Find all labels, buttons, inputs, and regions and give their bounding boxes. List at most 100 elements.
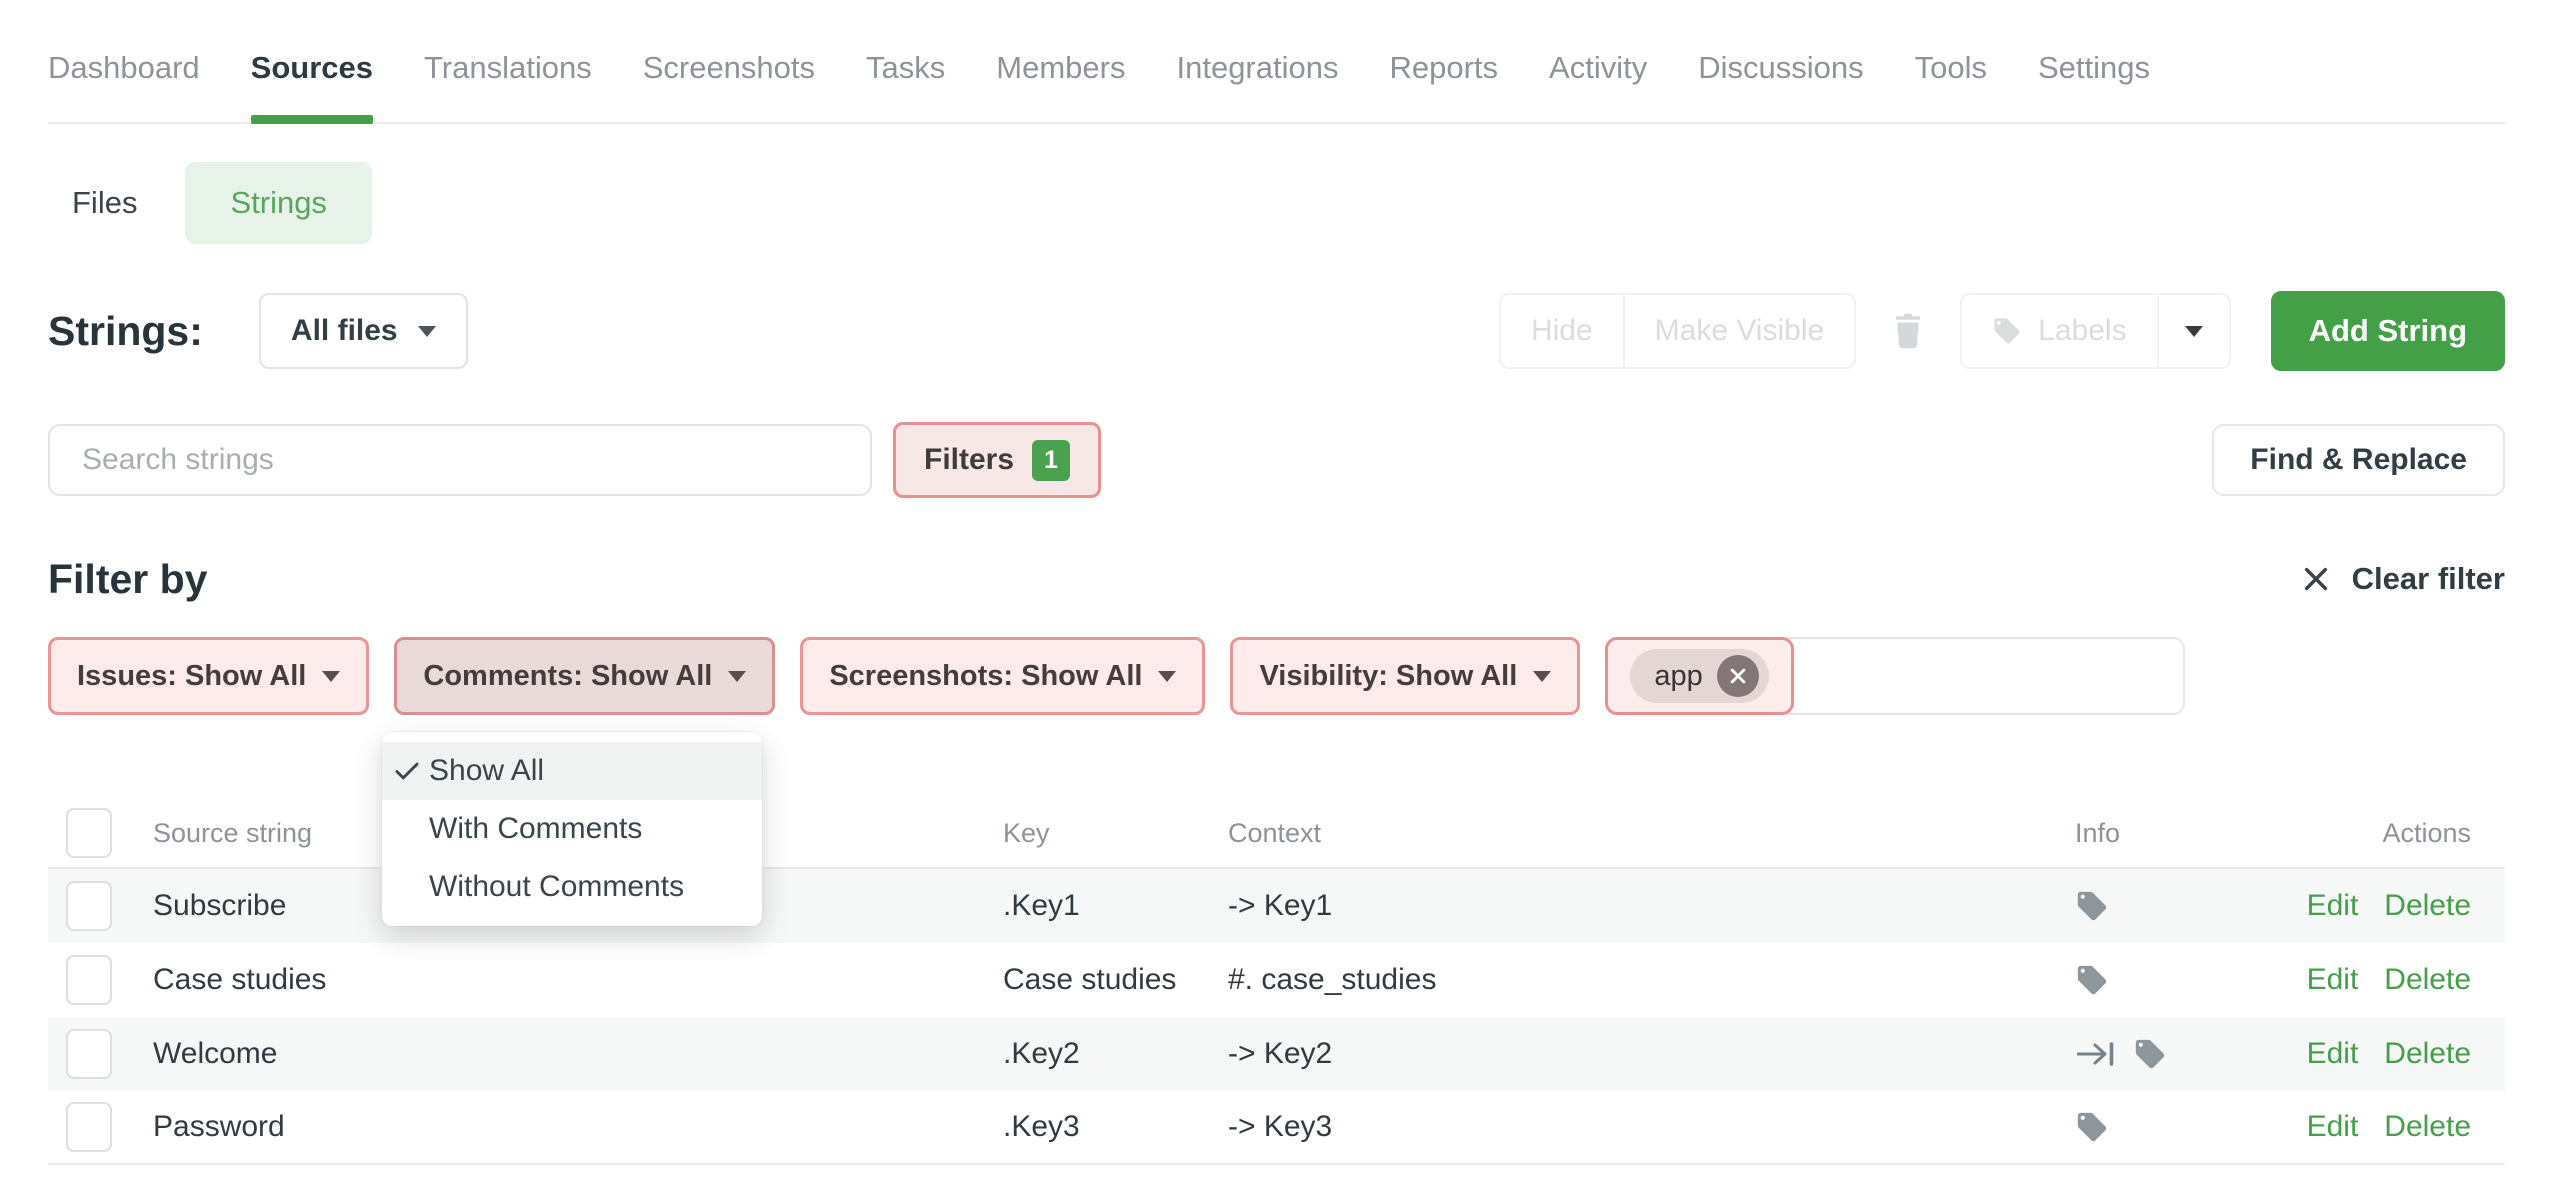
filter-visibility-dropdown[interactable]: Visibility: Show All — [1230, 637, 1580, 715]
delete-link[interactable]: Delete — [2384, 1037, 2471, 1071]
delete-strings-button[interactable] — [1892, 311, 1924, 351]
filter-screenshots-dropdown[interactable]: Screenshots: Show All — [800, 637, 1205, 715]
menu-item-show-all[interactable]: Show All — [382, 742, 762, 800]
clear-filter-label: Clear filter — [2352, 561, 2505, 597]
key-cell: .Key2 — [1003, 1037, 1228, 1071]
filter-by-row: Filter by Clear filter — [48, 548, 2505, 610]
close-icon — [2302, 565, 2330, 593]
add-string-button[interactable]: Add String — [2271, 291, 2505, 371]
trash-icon — [1892, 311, 1924, 351]
filter-screenshots-label: Screenshots: Show All — [829, 660, 1142, 693]
filter-by-title: Filter by — [48, 556, 207, 603]
nav-item-dashboard[interactable]: Dashboard — [48, 26, 200, 122]
close-icon — [1728, 666, 1748, 686]
nav-item-tools[interactable]: Tools — [1915, 26, 1987, 122]
table-row: Case studies Case studies #. case_studie… — [48, 943, 2505, 1017]
filter-pills-row: Issues: Show All Comments: Show All Scre… — [48, 637, 2185, 715]
key-cell: Case studies — [1003, 963, 1228, 997]
menu-item-with-comments[interactable]: With Comments — [382, 800, 762, 858]
check-icon — [392, 756, 422, 794]
col-header-info: Info — [2055, 818, 2315, 849]
strings-page: Dashboard Sources Translations Screensho… — [0, 0, 2550, 1187]
nav-item-integrations[interactable]: Integrations — [1176, 26, 1338, 122]
label-tag-text: app — [1654, 660, 1702, 693]
source-string-cell: Welcome — [153, 1037, 1003, 1071]
labels-filter-input[interactable]: app — [1605, 637, 2185, 715]
nav-item-discussions[interactable]: Discussions — [1698, 26, 1863, 122]
filter-comments-label: Comments: Show All — [423, 660, 712, 693]
col-header-actions: Actions — [2315, 818, 2505, 849]
table-row: Welcome .Key2 -> Key2 Edit Delete — [48, 1017, 2505, 1091]
tag-icon — [2075, 963, 2109, 997]
edit-link[interactable]: Edit — [2307, 963, 2359, 997]
context-cell: #. case_studies — [1228, 963, 2055, 997]
chevron-down-icon — [1158, 671, 1176, 682]
row-checkbox[interactable] — [66, 1102, 112, 1152]
nav-item-tasks[interactable]: Tasks — [866, 26, 945, 122]
nav-item-screenshots[interactable]: Screenshots — [643, 26, 815, 122]
label-tag-app[interactable]: app — [1630, 649, 1768, 703]
tag-icon — [2133, 1037, 2167, 1071]
labels-indicator[interactable] — [2075, 889, 2109, 923]
search-input[interactable] — [48, 424, 872, 496]
col-header-context: Context — [1228, 818, 2055, 849]
delete-link[interactable]: Delete — [2384, 1110, 2471, 1144]
chevron-down-icon — [2185, 326, 2203, 337]
labels-dropdown-button[interactable] — [2157, 295, 2229, 367]
nav-item-members[interactable]: Members — [996, 26, 1125, 122]
filters-button[interactable]: Filters 1 — [893, 422, 1101, 498]
labels-indicator[interactable] — [2075, 963, 2109, 997]
clear-filter-button[interactable]: Clear filter — [2302, 561, 2505, 597]
menu-item-label: Show All — [429, 754, 544, 788]
labels-indicator[interactable] — [2133, 1037, 2167, 1071]
edit-link[interactable]: Edit — [2307, 1037, 2359, 1071]
select-all-checkbox[interactable] — [66, 808, 112, 858]
file-filter-label: All files — [291, 314, 398, 348]
hide-button[interactable]: Hide — [1501, 295, 1623, 367]
row-checkbox[interactable] — [66, 955, 112, 1005]
nav-item-translations[interactable]: Translations — [424, 26, 592, 122]
comments-filter-menu: Show All With Comments Without Comments — [382, 732, 762, 926]
row-checkbox[interactable] — [66, 1029, 112, 1079]
tab-strings[interactable]: Strings — [185, 162, 371, 244]
arrow-to-bar-icon — [2075, 1039, 2115, 1069]
tag-icon — [2075, 1110, 2109, 1144]
delete-link[interactable]: Delete — [2384, 963, 2471, 997]
nav-item-settings[interactable]: Settings — [2038, 26, 2150, 122]
filter-issues-dropdown[interactable]: Issues: Show All — [48, 637, 369, 715]
col-header-key: Key — [1003, 818, 1228, 849]
nav-item-reports[interactable]: Reports — [1389, 26, 1498, 122]
filters-button-label: Filters — [924, 443, 1014, 477]
filter-comments-dropdown[interactable]: Comments: Show All — [394, 637, 775, 715]
filter-visibility-label: Visibility: Show All — [1259, 660, 1517, 693]
remove-label-button[interactable] — [1717, 655, 1759, 697]
search-row: Filters 1 Find & Replace — [48, 421, 2505, 499]
tag-icon — [1992, 316, 2022, 346]
key-cell: .Key1 — [1003, 889, 1228, 923]
edit-link[interactable]: Edit — [2307, 1110, 2359, 1144]
selected-label-box: app — [1605, 637, 1793, 715]
source-subtabs: Files Strings — [48, 162, 372, 244]
context-cell: -> Key1 — [1228, 889, 2055, 923]
chevron-down-icon — [418, 326, 436, 337]
page-title: Strings: — [48, 308, 203, 355]
chevron-down-icon — [728, 671, 746, 682]
menu-item-label: Without Comments — [429, 870, 684, 904]
labels-indicator[interactable] — [2075, 1110, 2109, 1144]
make-visible-button[interactable]: Make Visible — [1623, 295, 1855, 367]
file-filter-dropdown[interactable]: All files — [259, 293, 468, 369]
delete-link[interactable]: Delete — [2384, 889, 2471, 923]
edit-link[interactable]: Edit — [2307, 889, 2359, 923]
tab-files[interactable]: Files — [48, 185, 161, 221]
source-string-cell: Password — [153, 1110, 1003, 1144]
menu-item-label: With Comments — [429, 812, 642, 846]
visibility-button-group: Hide Make Visible — [1499, 293, 1856, 369]
context-cell: -> Key3 — [1228, 1110, 2055, 1144]
labels-button[interactable]: Labels — [1962, 295, 2156, 367]
find-replace-button[interactable]: Find & Replace — [2212, 424, 2505, 496]
row-checkbox[interactable] — [66, 881, 112, 931]
chevron-down-icon — [1533, 671, 1551, 682]
menu-item-without-comments[interactable]: Without Comments — [382, 858, 762, 916]
nav-item-sources[interactable]: Sources — [251, 26, 373, 122]
nav-item-activity[interactable]: Activity — [1549, 26, 1647, 122]
